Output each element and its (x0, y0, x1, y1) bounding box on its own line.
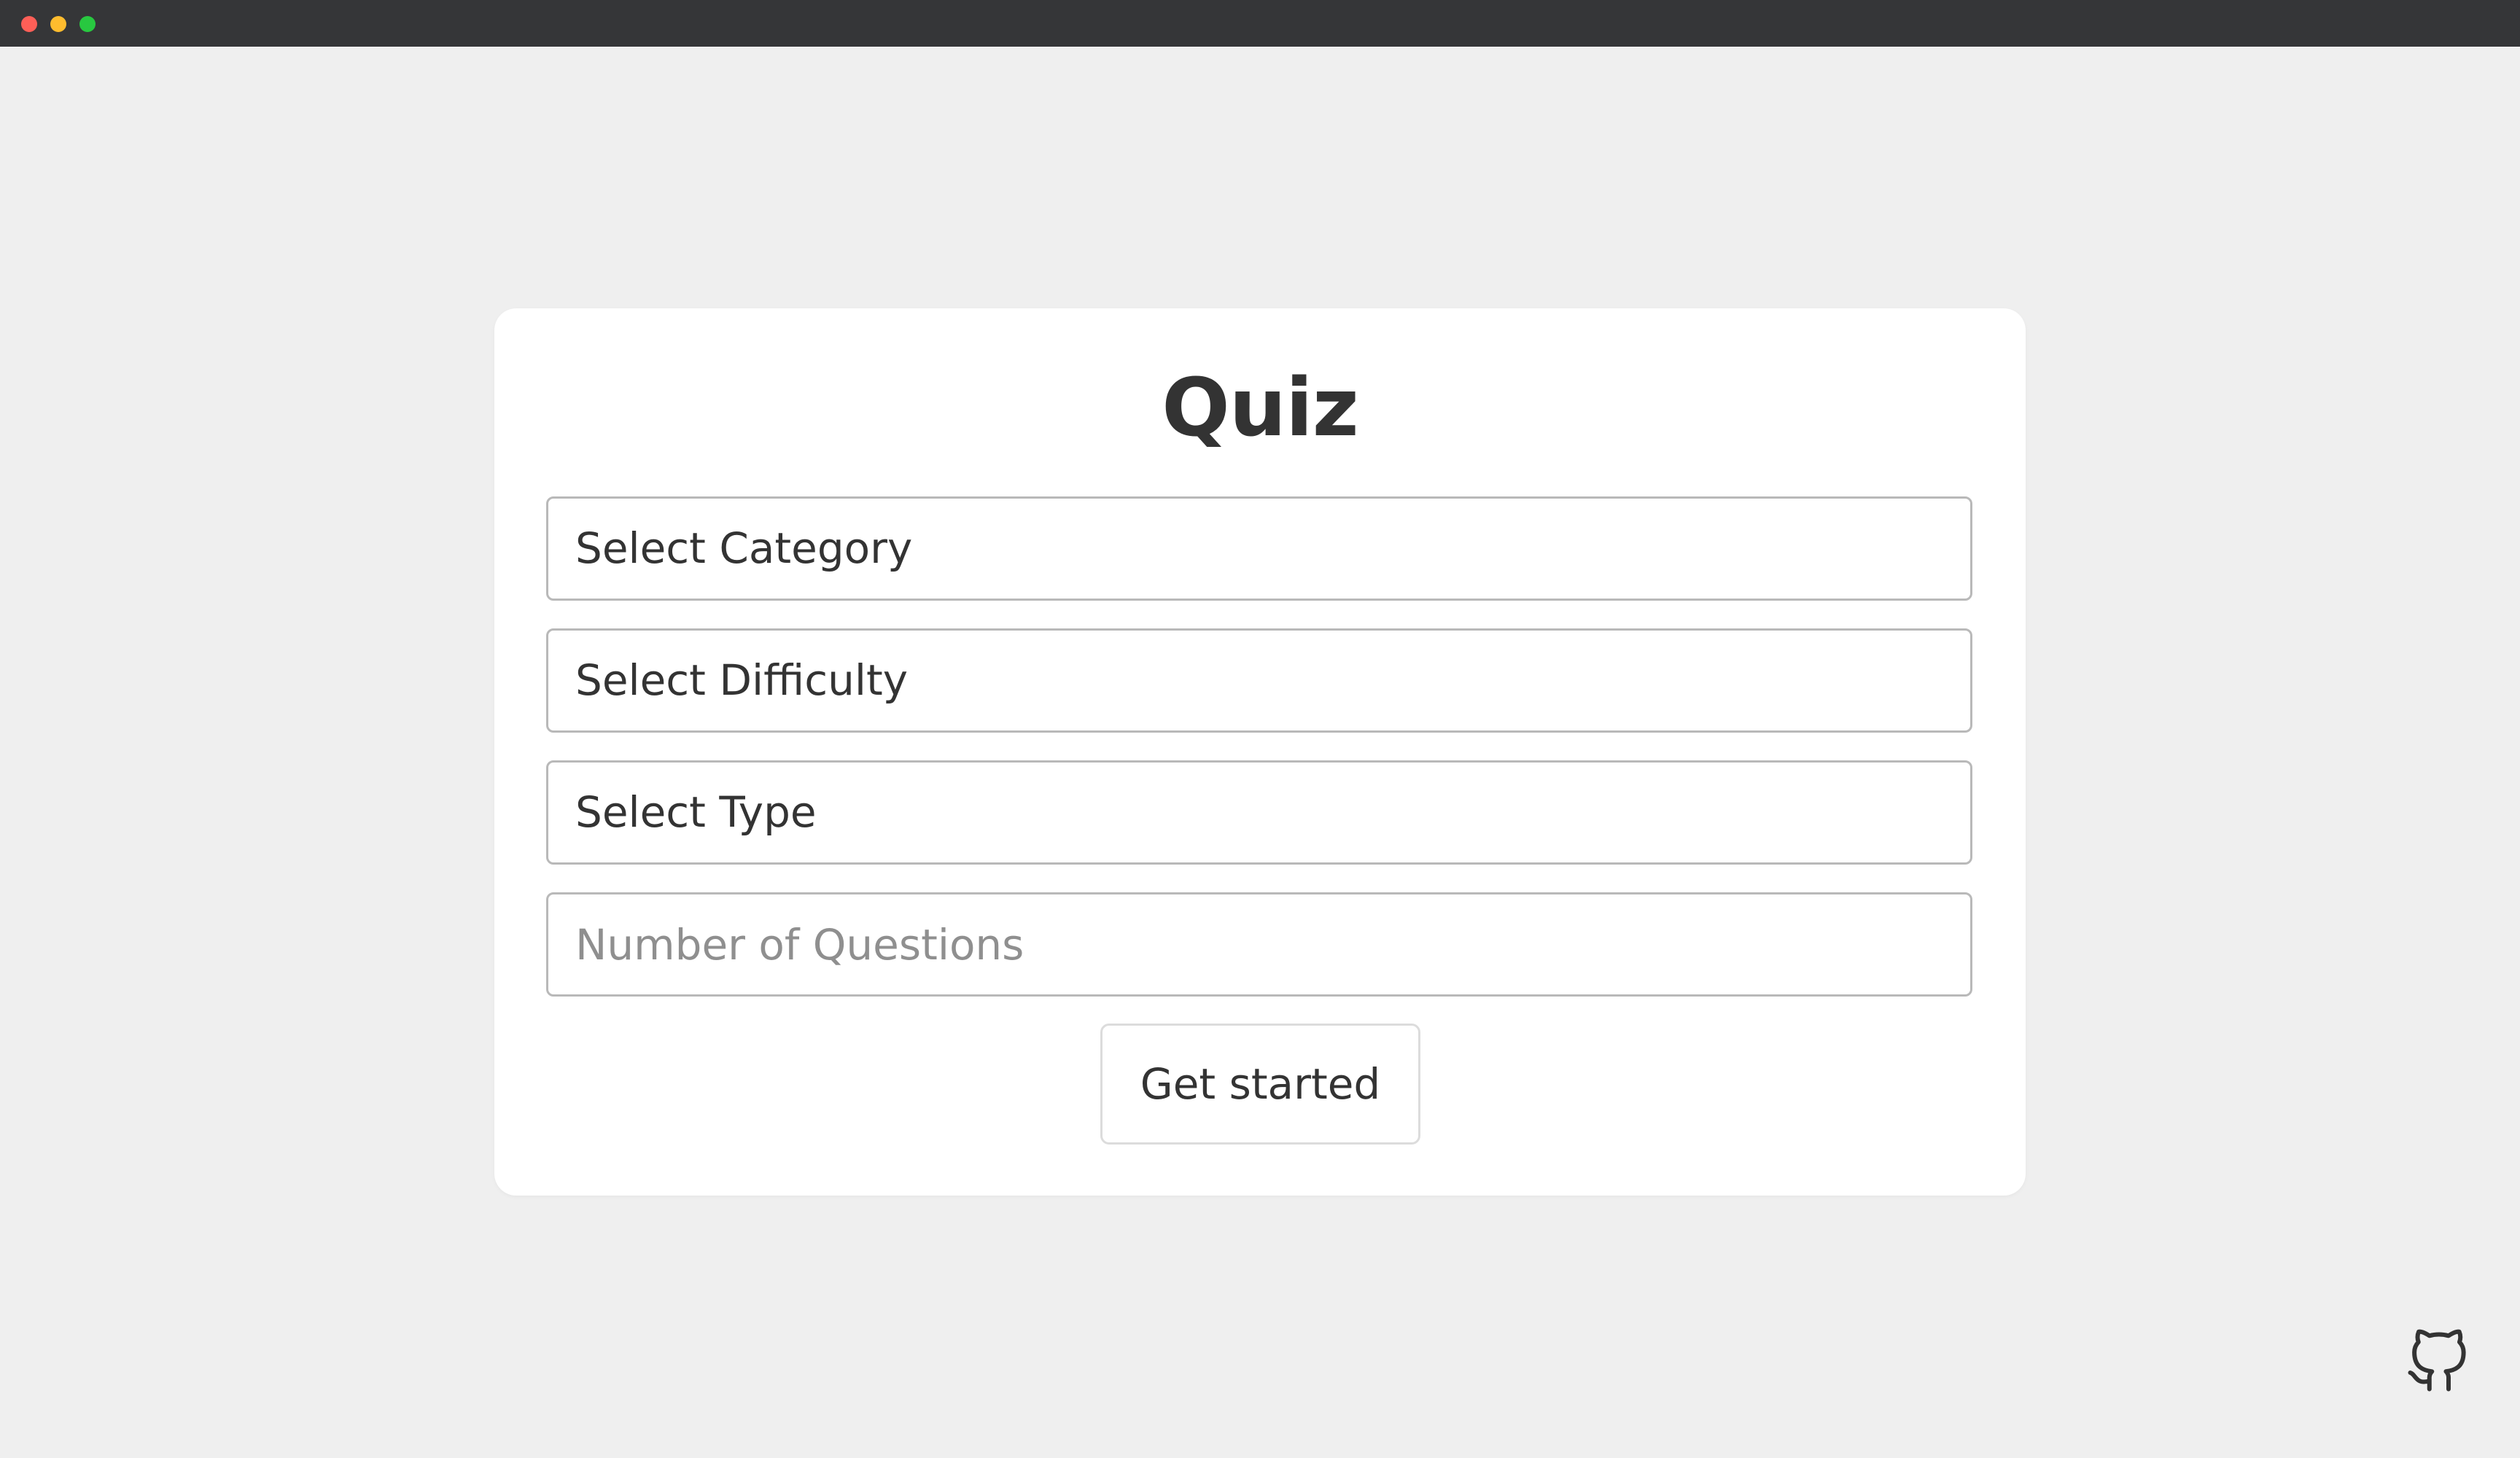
window-close-button[interactable] (21, 16, 37, 32)
get-started-button[interactable]: Get started (1100, 1024, 1420, 1145)
type-select-value: Select Type (575, 787, 817, 837)
number-of-questions-field (546, 892, 1972, 997)
quiz-setup-card: Quiz Select Category Select Difficulty S… (494, 308, 2026, 1196)
window-zoom-button[interactable] (79, 16, 96, 32)
type-select[interactable]: Select Type (546, 760, 1972, 865)
github-icon[interactable] (2405, 1328, 2470, 1395)
window-titlebar (0, 0, 2520, 47)
category-select[interactable]: Select Category (546, 496, 1972, 601)
page-title: Quiz (1162, 361, 1359, 454)
difficulty-select[interactable]: Select Difficulty (546, 628, 1972, 733)
category-select-value: Select Category (575, 523, 913, 573)
number-of-questions-input[interactable] (548, 894, 1970, 994)
window-minimize-button[interactable] (50, 16, 66, 32)
difficulty-select-value: Select Difficulty (575, 655, 909, 705)
